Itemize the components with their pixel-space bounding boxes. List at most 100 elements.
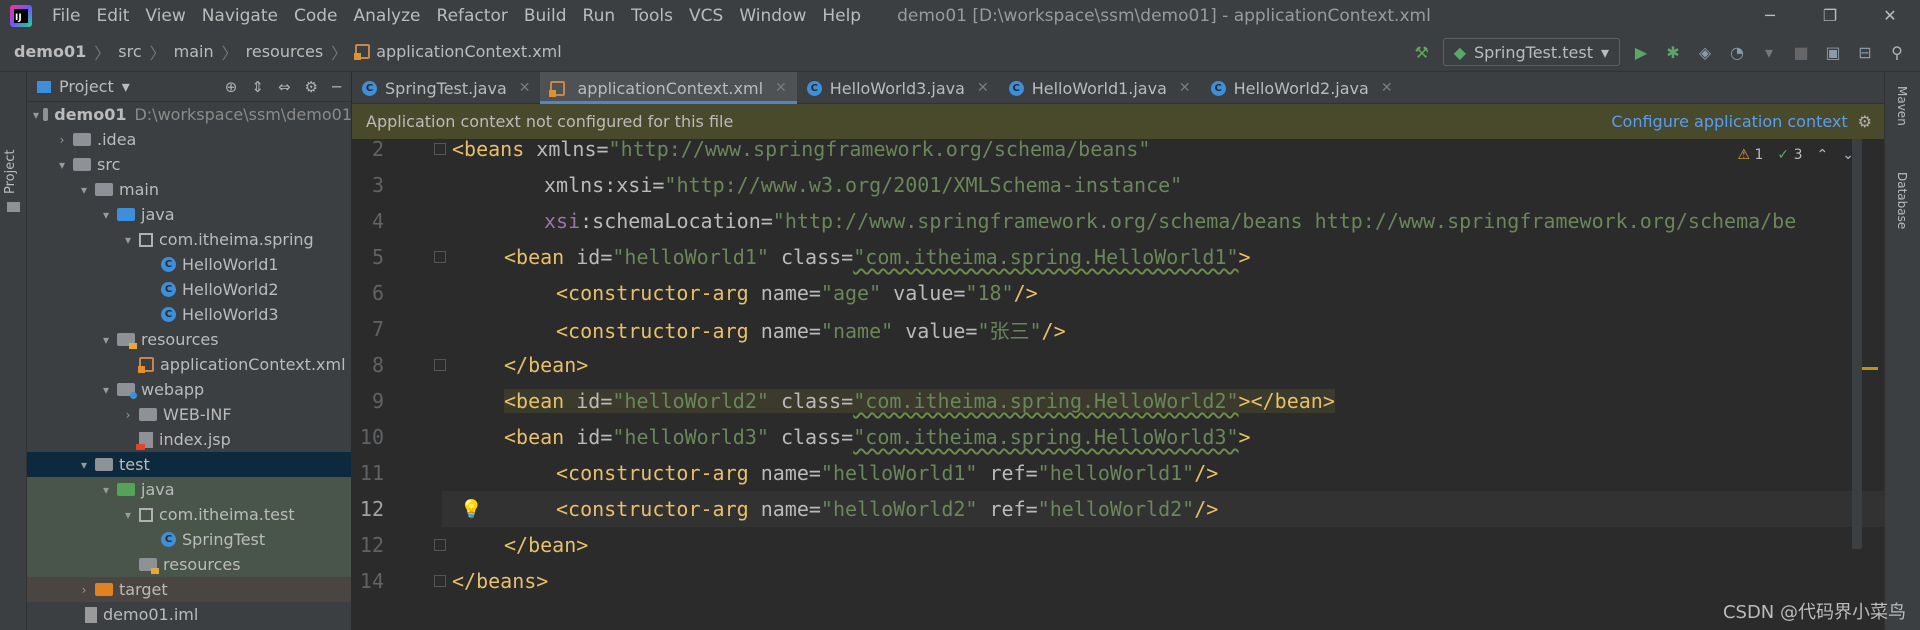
menu-analyze[interactable]: Analyze (346, 6, 429, 26)
chevron-down-icon[interactable]: ▾ (122, 77, 130, 96)
chevron-down-icon[interactable]: ▾ (99, 333, 113, 347)
menu-file[interactable]: File (44, 6, 88, 26)
tree-node-test-resources[interactable]: resources (27, 552, 351, 577)
restore-icon[interactable]: ❐ (1800, 0, 1860, 32)
close-icon[interactable]: ✕ (775, 80, 787, 96)
configure-context-link[interactable]: Configure application context (1611, 112, 1847, 131)
breadcrumb-resources[interactable]: resources (246, 42, 324, 61)
project-panel-title[interactable]: Project (59, 77, 114, 96)
chevron-right-icon[interactable]: › (55, 133, 69, 147)
menu-edit[interactable]: Edit (88, 6, 137, 26)
project-structure-icon[interactable]: ▣ (1822, 41, 1844, 63)
chevron-down-icon[interactable]: ▾ (121, 508, 135, 522)
tree-node-helloworld3[interactable]: C HelloWorld3 (27, 302, 351, 327)
gear-icon[interactable]: ⚙ (1858, 112, 1872, 131)
breadcrumb-main[interactable]: main (174, 42, 214, 61)
fold-icon[interactable] (434, 251, 446, 263)
menu-tools[interactable]: Tools (623, 6, 681, 26)
tree-node-web-inf[interactable]: › WEB-INF (27, 402, 351, 427)
gear-icon[interactable]: ⚙ (305, 78, 318, 96)
coverage-icon[interactable]: ◈ (1694, 41, 1716, 63)
tree-node-package-spring[interactable]: ▾ com.itheima.spring (27, 227, 351, 252)
tree-node-test[interactable]: ▾ test (27, 452, 351, 477)
tree-node-main[interactable]: ▾ main (27, 177, 351, 202)
search-icon[interactable]: ⚲ (1886, 41, 1908, 63)
run-icon[interactable]: ▶ (1630, 41, 1652, 63)
chevron-down-icon[interactable]: ▾ (77, 183, 91, 197)
tree-node-idea[interactable]: › .idea (27, 127, 351, 152)
locate-icon[interactable]: ⊕ (225, 78, 238, 96)
tree-node-index-jsp[interactable]: index.jsp (27, 427, 351, 452)
fold-icon[interactable] (434, 539, 446, 551)
iml-file-icon (85, 606, 97, 623)
chevron-down-icon[interactable]: ▾ (99, 383, 113, 397)
close-icon[interactable]: ✕ (1381, 80, 1393, 96)
menu-code[interactable]: Code (286, 6, 346, 26)
tree-node-springtest[interactable]: C SpringTest (27, 527, 351, 552)
tree-node-helloworld1[interactable]: C HelloWorld1 (27, 252, 351, 277)
menu-build[interactable]: Build (516, 6, 575, 26)
menu-vcs[interactable]: VCS (681, 6, 731, 26)
editor-scrollbar[interactable] (1852, 139, 1862, 549)
close-icon[interactable]: ✕ (519, 80, 531, 96)
tree-node-demo01[interactable]: ▾ demo01 D:\workspace\ssm\demo01 (27, 102, 351, 127)
menu-navigate[interactable]: Navigate (194, 6, 286, 26)
tree-node-test-java[interactable]: ▾ java (27, 477, 351, 502)
close-icon[interactable]: ✕ (1860, 0, 1920, 32)
close-icon[interactable]: ✕ (977, 80, 989, 96)
maven-tool-tab[interactable]: Maven (1895, 86, 1909, 126)
tree-node-helloworld2[interactable]: C HelloWorld2 (27, 277, 351, 302)
breadcrumb-project[interactable]: demo01 (14, 42, 86, 61)
lightbulb-icon[interactable]: 💡 (460, 499, 482, 520)
minimize-icon[interactable]: ─ (1740, 0, 1800, 32)
close-icon[interactable]: ✕ (1179, 80, 1191, 96)
tree-node-main-java[interactable]: ▾ java (27, 202, 351, 227)
resources-folder-icon (117, 333, 137, 349)
fold-icon[interactable] (434, 359, 446, 371)
intellij-logo-icon[interactable]: IJ (10, 5, 32, 27)
tab-helloworld1[interactable]: C HelloWorld1.java ✕ (999, 72, 1201, 104)
hide-icon[interactable]: ─ (332, 78, 341, 96)
tree-node-iml[interactable]: demo01.iml (27, 602, 351, 627)
menu-refactor[interactable]: Refactor (429, 6, 516, 26)
menu-help[interactable]: Help (814, 6, 869, 26)
more-run-options-icon[interactable]: ▾ (1758, 41, 1780, 63)
database-tool-tab[interactable]: Database (1895, 172, 1909, 229)
chevron-down-icon[interactable]: ▾ (99, 483, 113, 497)
presentation-icon[interactable]: ⊟ (1854, 41, 1876, 63)
tab-springtest[interactable]: C SpringTest.java ✕ (352, 72, 540, 104)
tree-node-webapp[interactable]: ▾ webapp (27, 377, 351, 402)
menu-view[interactable]: View (137, 6, 193, 26)
stop-icon[interactable]: ■ (1790, 41, 1812, 63)
chevron-down-icon[interactable]: ▾ (33, 108, 39, 122)
tree-node-target[interactable]: › target (27, 577, 351, 602)
menu-run[interactable]: Run (575, 6, 624, 26)
error-stripe-marker[interactable] (1862, 367, 1878, 370)
tree-node-applicationcontext[interactable]: applicationContext.xml (27, 352, 351, 377)
project-tool-tab[interactable]: Project (3, 150, 18, 194)
debug-icon[interactable]: ✱ (1662, 41, 1684, 63)
tree-node-main-resources[interactable]: ▾ resources (27, 327, 351, 352)
collapse-all-icon[interactable]: ⇔ (278, 78, 291, 96)
chevron-right-icon[interactable]: › (121, 408, 135, 422)
tree-node-package-test[interactable]: ▾ com.itheima.test (27, 502, 351, 527)
tab-applicationcontext[interactable]: applicationContext.xml ✕ (540, 72, 798, 104)
chevron-down-icon[interactable]: ▾ (121, 233, 135, 247)
run-config-selector[interactable]: ◆ SpringTest.test ▾ (1442, 38, 1620, 66)
tab-helloworld2[interactable]: C HelloWorld2.java ✕ (1201, 72, 1403, 104)
tree-node-src[interactable]: ▾ src (27, 152, 351, 177)
build-hammer-icon[interactable]: ⚒ (1411, 41, 1433, 63)
chevron-right-icon[interactable]: › (77, 583, 91, 597)
breadcrumb-file[interactable]: applicationContext.xml (376, 42, 562, 61)
tab-helloworld3[interactable]: C HelloWorld3.java ✕ (797, 72, 999, 104)
menu-window[interactable]: Window (731, 6, 814, 26)
code-editor[interactable]: ⚠ 1 ✓ 3 ⌃ ⌄ 2 <beans xmlns="http://www.s… (352, 139, 1884, 630)
fold-icon[interactable] (434, 143, 446, 155)
chevron-down-icon[interactable]: ▾ (55, 158, 69, 172)
expand-all-icon[interactable]: ⇕ (251, 78, 264, 96)
chevron-down-icon[interactable]: ▾ (99, 208, 113, 222)
fold-icon[interactable] (434, 575, 446, 587)
breadcrumb-src[interactable]: src (118, 42, 141, 61)
chevron-down-icon[interactable]: ▾ (77, 458, 91, 472)
profile-icon[interactable]: ◔ (1726, 41, 1748, 63)
